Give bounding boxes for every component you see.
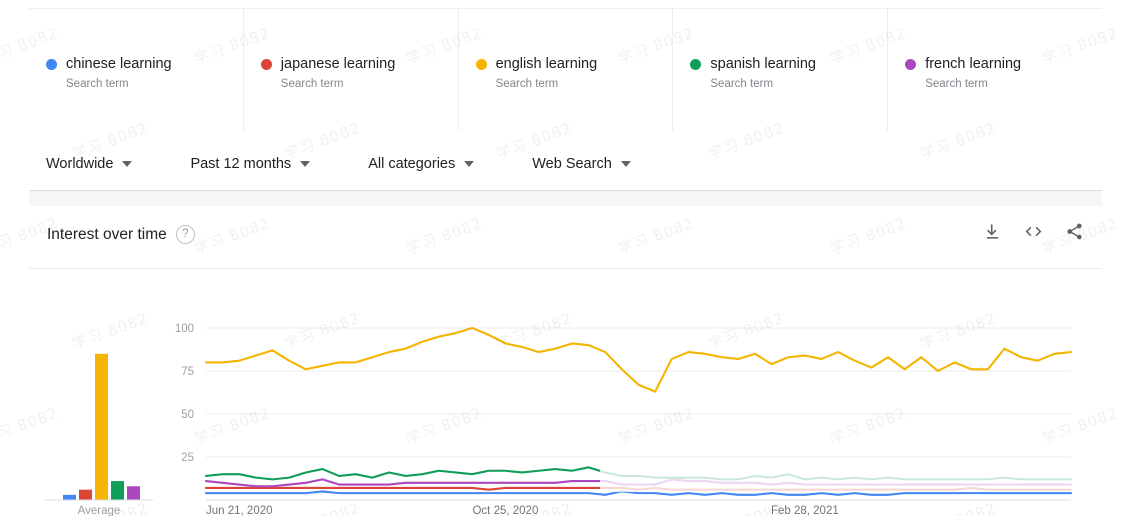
series-color-dot: [46, 58, 57, 70]
page-title: Interest over time: [47, 226, 167, 243]
legend-term-label: english learning: [495, 56, 598, 72]
chevron-down-icon: [122, 161, 133, 167]
series-color-dot: [690, 58, 702, 70]
series-color-dot: [905, 58, 917, 70]
legend-term-type: Search term: [280, 78, 344, 90]
legend-head: french learning: [905, 56, 1102, 72]
chevron-down-icon: [620, 161, 631, 167]
average-axis-label: Average: [78, 505, 121, 516]
legend-head: chinese learning: [46, 56, 243, 72]
filter-search-type[interactable]: Web Search: [532, 156, 631, 172]
legend-card-japanese[interactable]: japanese learning Search term: [244, 9, 459, 131]
x-tick-label: Jun 21, 2020: [206, 505, 273, 516]
filter-category[interactable]: All categories: [368, 156, 475, 172]
y-tick-25: 25: [181, 452, 194, 464]
x-tick-label: Feb 28, 2021: [771, 505, 839, 516]
legend-head: japanese learning: [260, 56, 458, 72]
filter-region[interactable]: Worldwide: [46, 156, 133, 172]
legend-term-type: Search term: [495, 78, 559, 90]
legend-card-french[interactable]: french learning Search term: [888, 9, 1102, 131]
series-line-chinese[interactable]: [204, 490, 1073, 496]
section-separator: [29, 190, 1102, 206]
filter-label: Web Search: [532, 156, 612, 172]
series-color-dot: [475, 58, 487, 70]
embed-code-icon[interactable]: [1023, 222, 1044, 241]
average-bar[interactable]: [111, 481, 124, 500]
legend-head: english learning: [475, 56, 673, 72]
series-line-english[interactable]: [204, 326, 1073, 393]
google-trends-page: chinese learning Search term japanese lear…: [0, 0, 1131, 516]
y-tick-50: 50: [181, 409, 194, 421]
y-tick-75: 75: [181, 366, 194, 378]
download-csv-icon[interactable]: [983, 222, 1002, 241]
filter-time-range[interactable]: Past 12 months: [190, 156, 311, 172]
interest-over-time-header: Interest over time ?: [0, 222, 1131, 266]
filter-label: Past 12 months: [190, 156, 292, 172]
help-icon[interactable]: ?: [176, 225, 195, 244]
trends-svg: 25 50 75 100 Average Jun 21, 2020 Oct 25, 2020…: [45, 323, 1073, 516]
filter-bar: Worldwide Past 12 months All categories Web…: [46, 150, 689, 178]
interest-over-time-chart: 25 50 75 100 Average Jun 21, 2020 Oct 25, 2020…: [0, 268, 1131, 516]
chart-actions: [983, 222, 1084, 241]
average-bar[interactable]: [79, 489, 92, 500]
filter-label: All categories: [368, 156, 456, 172]
search-terms-legend: chinese learning Search term japanese lear…: [29, 8, 1102, 131]
legend-term-type: Search term: [710, 78, 774, 90]
legend-term-label: french learning: [925, 56, 1022, 72]
legend-card-spanish[interactable]: spanish learning Search term: [673, 9, 889, 131]
y-tick-100: 100: [175, 323, 194, 335]
share-icon[interactable]: [1065, 222, 1084, 241]
average-bar[interactable]: [63, 494, 76, 500]
legend-term-label: chinese learning: [66, 56, 172, 72]
legend-card-english[interactable]: english learning Search term: [459, 9, 674, 131]
chevron-down-icon: [464, 161, 475, 167]
legend-term-label: japanese learning: [280, 56, 396, 72]
series-line-spanish[interactable]: [204, 466, 1073, 481]
filter-label: Worldwide: [46, 156, 114, 172]
chevron-down-icon: [300, 161, 311, 167]
average-bar[interactable]: [95, 353, 108, 500]
legend-term-type: Search term: [925, 78, 988, 90]
average-bar[interactable]: [127, 486, 140, 500]
legend-card-chinese[interactable]: chinese learning Search term: [29, 9, 244, 131]
legend-term-type: Search term: [66, 78, 129, 90]
x-tick-label: Oct 25, 2020: [472, 505, 538, 516]
legend-term-label: spanish learning: [710, 56, 816, 72]
series-color-dot: [260, 58, 272, 70]
series-line-japanese[interactable]: [204, 486, 1073, 491]
legend-head: spanish learning: [690, 56, 887, 72]
